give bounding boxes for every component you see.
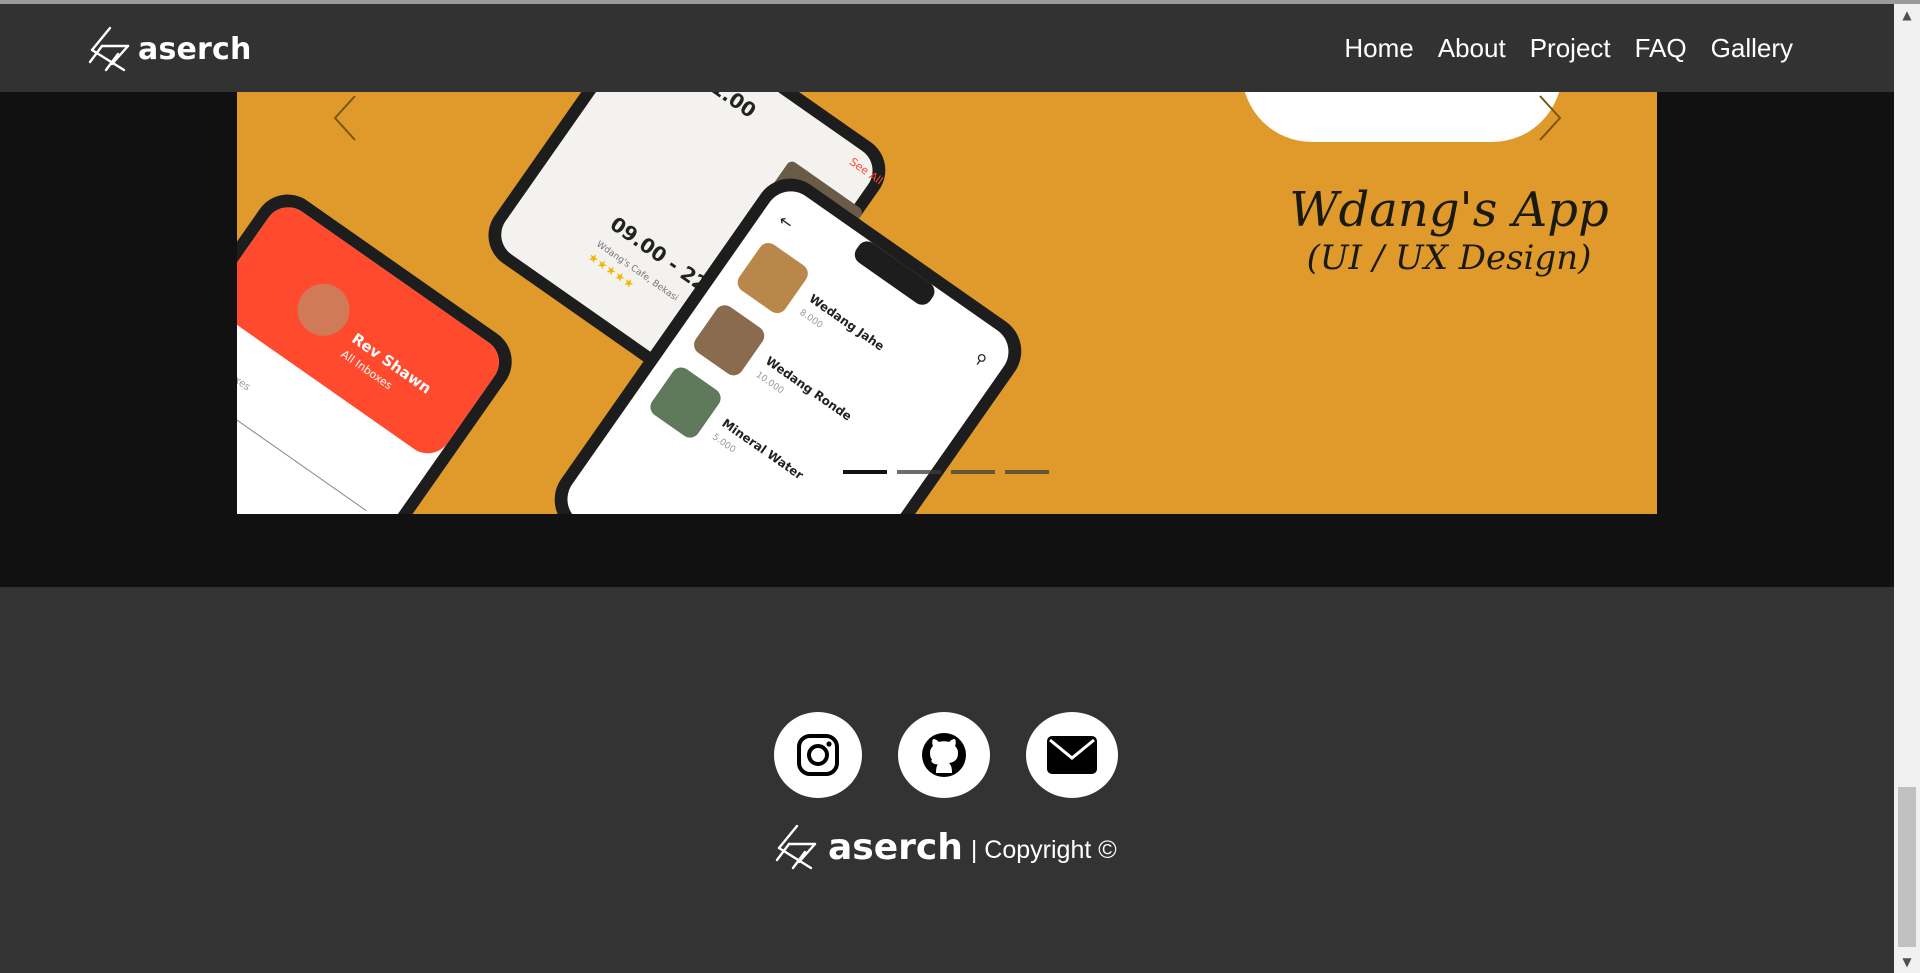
instagram-button[interactable] [774,712,862,798]
slide-image-phones: 21.00 09.00 - 22.00 Wdang's Cafe, Bekasi… [237,92,1560,514]
nav-link-about[interactable]: About [1438,33,1506,64]
carousel-indicator-1[interactable] [843,470,887,474]
nav-links: Home About Project FAQ Gallery [1344,33,1793,64]
brand-name: aserch [138,31,252,67]
nav-link-faq[interactable]: FAQ [1635,33,1687,64]
social-links [774,712,1118,798]
scroll-thumb[interactable] [1898,787,1916,947]
scroll-up-icon[interactable]: ▲ [1894,4,1920,26]
nav-link-home[interactable]: Home [1344,33,1413,64]
copyright-text: | Copyright © [970,835,1117,864]
slide-title: Wdang's App [1289,182,1609,238]
carousel-indicator-2[interactable] [897,470,941,474]
envelope-icon [1047,736,1097,774]
scroll-down-icon[interactable]: ▼ [1894,951,1920,973]
nav-link-project[interactable]: Project [1530,33,1611,64]
aserch-logo-icon [88,26,130,72]
nav-link-gallery[interactable]: Gallery [1711,33,1793,64]
carousel-prev-icon[interactable] [325,90,365,146]
instagram-icon [797,734,839,776]
brand-link[interactable]: aserch [88,24,252,74]
carousel-indicator-4[interactable] [1005,470,1049,474]
speech-bubble-shape [1244,92,1560,142]
aserch-logo-icon [775,824,817,870]
carousel-indicator-3[interactable] [951,470,995,474]
copyright: aserch | Copyright © [774,822,1117,872]
footer: aserch | Copyright © [0,587,1894,973]
github-icon [922,733,966,777]
github-button[interactable] [898,712,990,798]
page-scrollbar[interactable]: ▲ ▼ [1894,4,1920,973]
slide-subtitle: (UI / UX Design) [1306,238,1592,278]
project-carousel: 21.00 09.00 - 22.00 Wdang's Cafe, Bekasi… [237,92,1657,514]
footer-brand: aserch [828,826,963,868]
carousel-indicators [843,470,1049,474]
email-button[interactable] [1026,712,1118,798]
carousel-next-icon[interactable] [1530,90,1570,146]
navbar: aserch Home About Project FAQ Gallery [0,4,1894,92]
